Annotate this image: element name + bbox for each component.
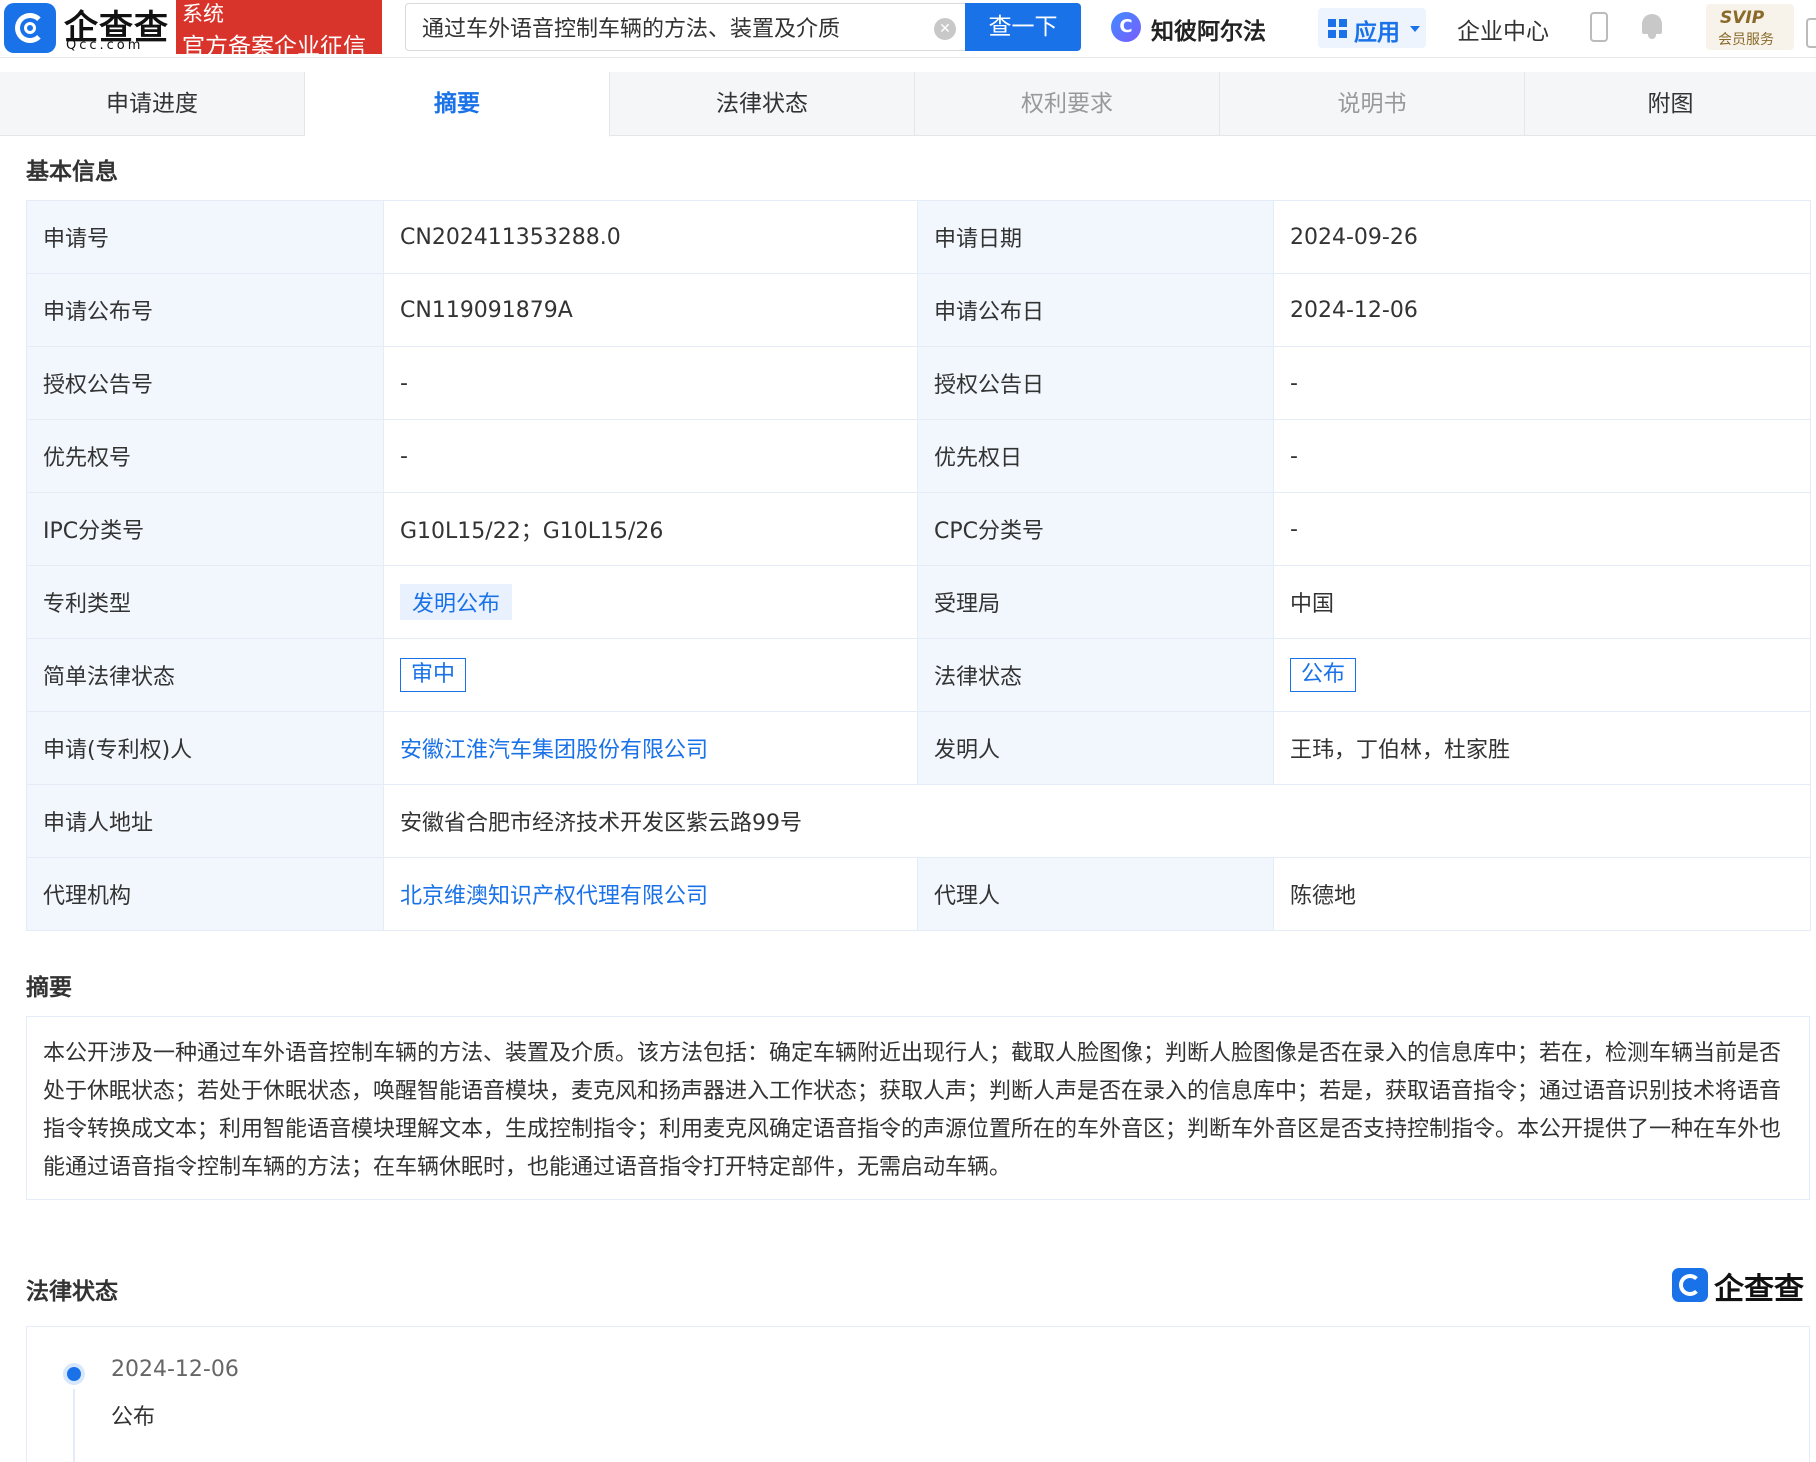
field-label: 受理局	[917, 565, 1274, 639]
field-label: 优先权号	[26, 419, 384, 493]
legal-status-title: 法律状态	[26, 1279, 118, 1305]
field-label: 法律状态	[917, 638, 1274, 712]
applicant-link[interactable]: 安徽江淮汽车集团股份有限公司	[400, 738, 708, 763]
applicant-address: 安徽省合肥市经济技术开发区紫云路99号	[383, 784, 1811, 858]
patent-type-cell: 发明公布	[383, 565, 918, 639]
field-label: 专利类型	[26, 565, 384, 639]
field-label: 简单法律状态	[26, 638, 384, 712]
timeline-event-status: 公布	[111, 1405, 156, 1430]
field-label: 申请日期	[917, 200, 1274, 274]
priority-date: -	[1273, 419, 1811, 493]
field-label: 优先权日	[917, 419, 1274, 493]
table-row: 简单法律状态 审中 法律状态 公布	[26, 638, 1811, 712]
field-label: 授权公告号	[26, 346, 384, 420]
field-label: CPC分类号	[917, 492, 1274, 566]
top-header: 企查查 Qcc.com 系统 官方备案企业征信 ✕ 查一下 C 知彼阿尔法 应用…	[0, 0, 1816, 60]
search-button[interactable]: 查一下	[965, 3, 1081, 51]
field-label: 申请人地址	[26, 784, 384, 858]
banner-line-2: 官方备案企业征信	[182, 34, 366, 60]
search-input[interactable]	[422, 12, 902, 42]
timeline-line	[73, 1389, 75, 1462]
qcc-brand-mark: 企查查	[1672, 1266, 1812, 1307]
legal-status-timeline: 2024-12-06 公布	[26, 1326, 1810, 1462]
inventors: 王玮，丁伯林，杜家胜	[1273, 711, 1811, 785]
ipc-classification: G10L15/22；G10L15/26	[383, 492, 918, 566]
tab-application-progress[interactable]: 申请进度	[0, 72, 305, 136]
banner-line-1: 系统	[182, 2, 224, 26]
tab-claims[interactable]: 权利要求	[915, 72, 1220, 136]
table-row: 申请号 CN202411353288.0 申请日期 2024-09-26	[26, 200, 1811, 274]
grid-icon	[1328, 19, 1348, 39]
qcc-logo[interactable]: 企查查 Qcc.com	[2, 0, 172, 54]
svip-label: SVIP	[1720, 8, 1765, 28]
basic-info-table: 申请号 CN202411353288.0 申请日期 2024-09-26 申请公…	[26, 200, 1811, 931]
zhibi-logo-icon: C	[1111, 12, 1141, 42]
search-box: ✕	[405, 3, 965, 51]
abstract-title: 摘要	[26, 975, 72, 1001]
simple-legal-status-cell: 审中	[383, 638, 918, 712]
simple-legal-status-badge: 审中	[400, 658, 467, 692]
apps-label: 应用	[1354, 20, 1400, 46]
mobile-phone-icon[interactable]	[1590, 12, 1608, 42]
application-number: CN202411353288.0	[383, 200, 918, 274]
priority-number: -	[383, 419, 918, 493]
timeline-event-date: 2024-12-06	[111, 1357, 239, 1382]
applicant-cell: 安徽江淮汽车集团股份有限公司	[383, 711, 918, 785]
qcc-logo-icon	[4, 3, 56, 53]
table-row: IPC分类号 G10L15/22；G10L15/26 CPC分类号 -	[26, 492, 1811, 566]
chevron-down-icon	[1410, 26, 1420, 32]
clear-icon[interactable]: ✕	[934, 18, 956, 40]
svip-sub-label: 会员服务	[1718, 32, 1774, 48]
field-label: 发明人	[917, 711, 1274, 785]
official-record-banner: 系统 官方备案企业征信	[176, 0, 382, 60]
tab-drawings[interactable]: 附图	[1525, 72, 1816, 136]
receiving-office: 中国	[1273, 565, 1811, 639]
enterprise-center-link[interactable]: 企业中心	[1457, 12, 1549, 46]
basic-info-title: 基本信息	[26, 159, 118, 185]
apps-menu-button[interactable]: 应用	[1318, 8, 1426, 48]
abstract-text: 本公开涉及一种通过车外语音控制车辆的方法、装置及介质。该方法包括：确定车辆附近出…	[26, 1016, 1810, 1200]
tab-abstract[interactable]: 摘要	[305, 72, 610, 137]
field-label: 申请(专利权)人	[26, 711, 384, 785]
zhibi-label: 知彼阿尔法	[1151, 19, 1266, 45]
cpc-classification: -	[1273, 492, 1811, 566]
patent-tabs: 申请进度 摘要 法律状态 权利要求 说明书 附图	[0, 72, 1816, 137]
agency-cell: 北京维澳知识产权代理有限公司	[383, 857, 918, 931]
qcc-brand-icon	[1672, 1268, 1708, 1302]
table-row: 授权公告号 - 授权公告日 -	[26, 346, 1811, 420]
publication-date: 2024-12-06	[1273, 273, 1811, 347]
field-label: IPC分类号	[26, 492, 384, 566]
agency-link[interactable]: 北京维澳知识产权代理有限公司	[400, 884, 708, 909]
bell-icon[interactable]	[1640, 14, 1664, 40]
table-row: 专利类型 发明公布 受理局 中国	[26, 565, 1811, 639]
patent-type-badge: 发明公布	[400, 584, 513, 620]
application-date: 2024-09-26	[1273, 200, 1811, 274]
legal-status-badge: 公布	[1290, 658, 1357, 692]
field-label: 代理人	[917, 857, 1274, 931]
legal-status-cell: 公布	[1273, 638, 1811, 712]
publication-number: CN119091879A	[383, 273, 918, 347]
agent-name: 陈德地	[1273, 857, 1811, 931]
field-label: 授权公告日	[917, 346, 1274, 420]
field-label: 申请公布号	[26, 273, 384, 347]
tab-legal-status[interactable]: 法律状态	[610, 72, 915, 136]
timeline-dot-icon	[67, 1367, 81, 1381]
table-row: 优先权号 - 优先权日 -	[26, 419, 1811, 493]
table-row: 申请公布号 CN119091879A 申请公布日 2024-12-06	[26, 273, 1811, 347]
table-row: 申请(专利权)人 安徽江淮汽车集团股份有限公司 发明人 王玮，丁伯林，杜家胜	[26, 711, 1811, 785]
grant-number: -	[383, 346, 918, 420]
field-label: 代理机构	[26, 857, 384, 931]
tab-specification[interactable]: 说明书	[1220, 72, 1525, 136]
logo-domain: Qcc.com	[66, 38, 144, 53]
table-row: 代理机构 北京维澳知识产权代理有限公司 代理人 陈德地	[26, 857, 1811, 931]
table-row: 申请人地址 安徽省合肥市经济技术开发区紫云路99号	[26, 784, 1811, 858]
grant-date: -	[1273, 346, 1811, 420]
field-label: 申请号	[26, 200, 384, 274]
field-label: 申请公布日	[917, 273, 1274, 347]
qcc-brand-text: 企查查	[1714, 1272, 1804, 1307]
svip-button[interactable]: SVIP 会员服务	[1706, 4, 1794, 50]
side-panel-icon[interactable]	[1806, 18, 1816, 48]
